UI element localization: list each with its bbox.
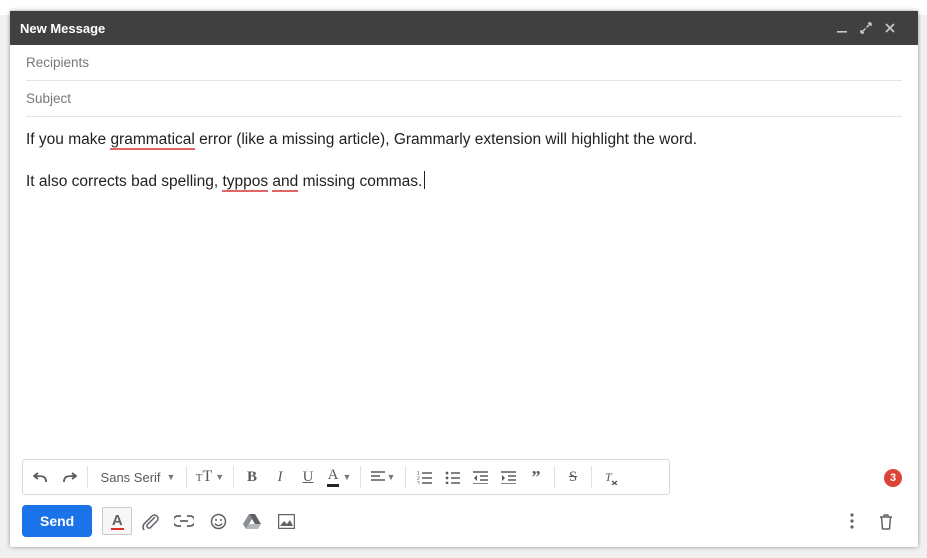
quote-button[interactable]: ” — [522, 462, 550, 492]
body-paragraph: If you make grammatical error (like a mi… — [26, 129, 902, 151]
spelling-error[interactable]: typpos — [222, 173, 268, 192]
grammar-error[interactable]: grammatical — [110, 131, 194, 150]
insert-drive-button[interactable] — [236, 505, 268, 537]
chevron-down-icon: ▼ — [167, 472, 176, 482]
underline-button[interactable]: U — [294, 462, 322, 492]
attach-file-button[interactable] — [134, 505, 166, 537]
insert-link-button[interactable] — [168, 505, 200, 537]
subject-row — [26, 81, 902, 117]
insert-photo-button[interactable] — [270, 505, 302, 537]
body-paragraph: It also corrects bad spelling, typpos an… — [26, 171, 902, 193]
strikethrough-button[interactable]: S — [559, 462, 587, 492]
message-body[interactable]: If you make grammatical error (like a mi… — [10, 117, 918, 459]
chevron-down-icon: ▼ — [215, 472, 224, 482]
format-toolbar-row: Sans Serif ▼ TT ▼ B I U A ▼ ▼ 123 — [10, 459, 918, 495]
chevron-down-icon: ▼ — [342, 472, 351, 482]
more-options-button[interactable] — [836, 505, 868, 537]
font-family-select[interactable]: Sans Serif ▼ — [92, 462, 182, 492]
toggle-formatting-button[interactable]: A — [102, 507, 132, 535]
format-toolbar: Sans Serif ▼ TT ▼ B I U A ▼ ▼ 123 — [22, 459, 670, 495]
close-icon[interactable] — [884, 22, 908, 34]
indent-less-button[interactable] — [466, 462, 494, 492]
recipients-row — [26, 45, 902, 81]
remove-formatting-button[interactable]: T — [596, 462, 624, 492]
indent-more-button[interactable] — [494, 462, 522, 492]
subject-input[interactable] — [26, 91, 902, 106]
font-size-button[interactable]: TT ▼ — [191, 462, 229, 492]
window-title: New Message — [20, 21, 836, 36]
numbered-list-button[interactable]: 123 — [410, 462, 438, 492]
text-color-button[interactable]: A ▼ — [322, 462, 356, 492]
popout-icon[interactable] — [860, 22, 884, 34]
grammar-error[interactable]: and — [272, 173, 298, 192]
undo-button[interactable] — [27, 462, 55, 492]
compose-window: New Message If you make grammatical erro… — [10, 11, 918, 547]
notification-badge[interactable]: 3 — [884, 469, 902, 487]
svg-text:3: 3 — [417, 481, 420, 484]
recipients-input[interactable] — [26, 55, 902, 70]
discard-draft-button[interactable] — [870, 505, 902, 537]
text-cursor — [424, 171, 425, 189]
redo-button[interactable] — [55, 462, 83, 492]
bulleted-list-button[interactable] — [438, 462, 466, 492]
bold-button[interactable]: B — [238, 462, 266, 492]
chevron-down-icon: ▼ — [387, 472, 396, 482]
align-button[interactable]: ▼ — [365, 462, 401, 492]
header-fields — [10, 45, 918, 117]
send-button[interactable]: Send — [22, 505, 92, 537]
bottom-bar: Send A — [10, 495, 918, 547]
title-bar: New Message — [10, 11, 918, 45]
italic-button[interactable]: I — [266, 462, 294, 492]
minimize-icon[interactable] — [836, 22, 860, 34]
svg-text:T: T — [605, 470, 613, 484]
font-name-label: Sans Serif — [101, 470, 161, 485]
insert-emoji-button[interactable] — [202, 505, 234, 537]
